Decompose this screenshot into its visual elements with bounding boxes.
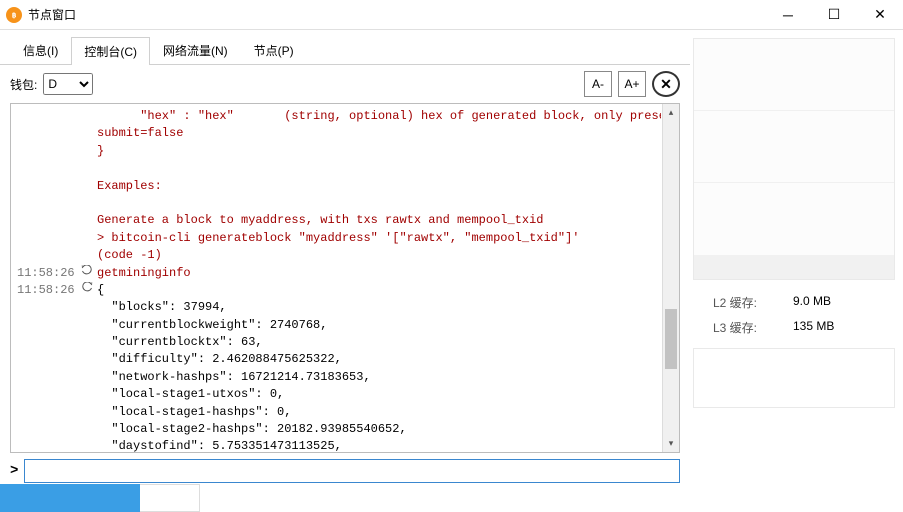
- tab-network[interactable]: 网络流量(N): [150, 36, 241, 64]
- tab-info[interactable]: 信息(I): [10, 36, 71, 64]
- console-input-row: >: [10, 459, 680, 483]
- tab-bar: 信息(I) 控制台(C) 网络流量(N) 节点(P): [0, 30, 690, 65]
- l2-cache-row: L2 缓存: 9.0 MB: [693, 290, 903, 315]
- taskbar-segment[interactable]: [0, 484, 140, 512]
- l2-cache-value: 9.0 MB: [793, 294, 831, 311]
- tab-console[interactable]: 控制台(C): [71, 37, 150, 65]
- maximize-button[interactable]: ☐: [811, 0, 857, 29]
- bottom-bar: [0, 484, 200, 512]
- console-toolbar: 钱包: D A- A+ ✕: [0, 65, 690, 103]
- bitcoin-icon: ฿: [6, 7, 22, 23]
- clear-console-button[interactable]: ✕: [652, 71, 680, 97]
- window-controls: ─ ☐ ✕: [765, 0, 903, 29]
- timestamp: 11:58:26: [17, 282, 77, 452]
- font-smaller-button[interactable]: A-: [584, 71, 612, 97]
- scroll-thumb[interactable]: [665, 309, 677, 369]
- wallet-label: 钱包:: [10, 76, 37, 93]
- help-text: "hex" : "hex" (string, optional) hex of …: [17, 108, 655, 265]
- console-input[interactable]: [24, 459, 680, 483]
- console-output: "hex" : "hex" (string, optional) hex of …: [10, 103, 680, 453]
- command-text: getmininginfo: [97, 265, 655, 282]
- tab-peers[interactable]: 节点(P): [241, 36, 307, 64]
- vertical-scrollbar[interactable]: ▴ ▾: [662, 104, 679, 452]
- command-sent-icon: [77, 265, 97, 282]
- prompt-icon: >: [10, 463, 18, 479]
- l2-cache-label: L2 缓存:: [713, 294, 793, 311]
- close-button[interactable]: ✕: [857, 0, 903, 29]
- l3-cache-value: 135 MB: [793, 319, 834, 336]
- response-text: { "blocks": 37994, "currentblockweight":…: [97, 282, 655, 452]
- minimize-button[interactable]: ─: [765, 0, 811, 29]
- titlebar: ฿ 节点窗口 ─ ☐ ✕: [0, 0, 903, 30]
- side-panel: L2 缓存: 9.0 MB L3 缓存: 135 MB: [693, 30, 903, 408]
- l3-cache-label: L3 缓存:: [713, 319, 793, 336]
- taskbar-label: [140, 484, 200, 512]
- scroll-down-icon[interactable]: ▾: [663, 435, 679, 452]
- timestamp: 11:58:26: [17, 265, 77, 282]
- font-larger-button[interactable]: A+: [618, 71, 646, 97]
- svg-text:฿: ฿: [12, 11, 17, 19]
- l3-cache-row: L3 缓存: 135 MB: [693, 315, 903, 340]
- window-title: 节点窗口: [28, 6, 765, 23]
- wallet-select[interactable]: D: [43, 73, 93, 95]
- scroll-up-icon[interactable]: ▴: [663, 104, 679, 121]
- response-icon: [77, 282, 97, 452]
